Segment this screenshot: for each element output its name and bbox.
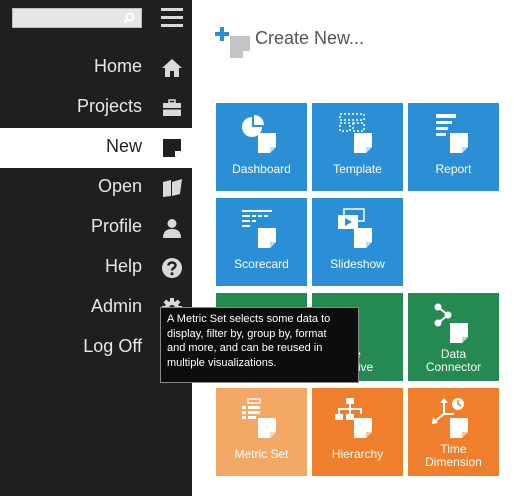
tile-dashboard[interactable]: Dashboard bbox=[216, 103, 307, 191]
template-icon bbox=[339, 113, 372, 153]
tile-label-dashboard: Dashboard bbox=[232, 162, 291, 176]
tooltip-line: multiple visualizations. bbox=[167, 356, 277, 369]
open-folder-icon bbox=[163, 179, 182, 197]
tile-metric-set[interactable]: Metric Set bbox=[216, 388, 307, 476]
hamburger-menu-icon[interactable] bbox=[161, 8, 183, 28]
tile-report[interactable]: Report bbox=[408, 103, 499, 191]
metric-set-icon bbox=[242, 398, 276, 438]
nav-item-help[interactable]: Help bbox=[0, 248, 192, 288]
tile-label-metric-set: Metric Set bbox=[234, 447, 289, 461]
create-new-label: Create New... bbox=[255, 28, 365, 48]
sidebar: Home Projects New Open Profile Help Admi… bbox=[0, 0, 192, 496]
nav-item-home[interactable]: Home bbox=[0, 48, 192, 88]
nav-item-open[interactable]: Open bbox=[0, 168, 192, 208]
tile-label-connector: Connector bbox=[425, 360, 482, 374]
nav-label-help: Help bbox=[104, 256, 142, 276]
nav-label-home: Home bbox=[93, 56, 142, 76]
briefcase-icon bbox=[163, 99, 181, 116]
nav-label-profile: Profile bbox=[90, 216, 142, 236]
tile-label-hierarchy: Hierarchy bbox=[331, 447, 384, 461]
tile-label-data: Data bbox=[440, 347, 467, 361]
nav-label-new: New bbox=[105, 136, 142, 156]
tile-label-time-dimension: Time Dimension bbox=[408, 443, 499, 469]
tile-label-slideshow: Slideshow bbox=[330, 257, 385, 271]
search-input[interactable] bbox=[12, 8, 142, 28]
nav-label-logoff: Log Off bbox=[83, 336, 142, 356]
metric-set-tooltip: A Metric Set selects some data to displa… bbox=[160, 307, 359, 383]
nav-label-admin: Admin bbox=[90, 296, 142, 316]
tile-label-data-connector: Data Connector bbox=[408, 348, 499, 374]
tile-slideshow[interactable]: Slideshow bbox=[312, 198, 403, 286]
home-icon bbox=[162, 59, 182, 77]
tile-hierarchy[interactable]: Hierarchy bbox=[312, 388, 403, 476]
scorecard-icon bbox=[242, 210, 276, 248]
tile-label-dimension: Dimension bbox=[425, 455, 482, 469]
search-icon[interactable] bbox=[123, 12, 135, 24]
nav-label-open: Open bbox=[97, 176, 142, 196]
report-icon bbox=[436, 114, 468, 153]
tile-label-scorecard: Scorecard bbox=[234, 257, 289, 271]
hierarchy-icon bbox=[335, 398, 372, 438]
tile-data-connector[interactable]: Data Connector bbox=[408, 293, 499, 381]
tile-scorecard[interactable]: Scorecard bbox=[216, 198, 307, 286]
nav-item-projects[interactable]: Projects bbox=[0, 88, 192, 128]
nav-item-new[interactable]: New bbox=[0, 128, 192, 168]
nav-item-profile[interactable]: Profile bbox=[0, 208, 192, 248]
help-icon bbox=[162, 258, 182, 278]
new-document-icon bbox=[163, 139, 181, 157]
tile-template[interactable]: Template bbox=[312, 103, 403, 191]
tooltip-line: display, filter by, group by, format bbox=[167, 327, 327, 340]
tooltip-line: and more, and can be reused in bbox=[167, 342, 323, 354]
time-dimension-icon bbox=[432, 398, 468, 438]
tooltip-line: A Metric Set selects some data to bbox=[167, 313, 331, 325]
person-icon bbox=[163, 219, 181, 238]
tile-time-dimension[interactable]: Time Dimension bbox=[408, 388, 499, 476]
create-new-icon bbox=[215, 27, 250, 58]
slideshow-icon bbox=[338, 208, 372, 248]
nav-label-projects: Projects bbox=[76, 96, 142, 116]
tile-label-time: Time bbox=[440, 442, 467, 456]
tile-label-template: Template bbox=[333, 162, 382, 176]
data-connector-icon bbox=[434, 303, 468, 343]
dashboard-icon bbox=[242, 115, 276, 153]
create-new-header: Create New... bbox=[214, 24, 494, 58]
tile-label-report: Report bbox=[435, 162, 472, 176]
